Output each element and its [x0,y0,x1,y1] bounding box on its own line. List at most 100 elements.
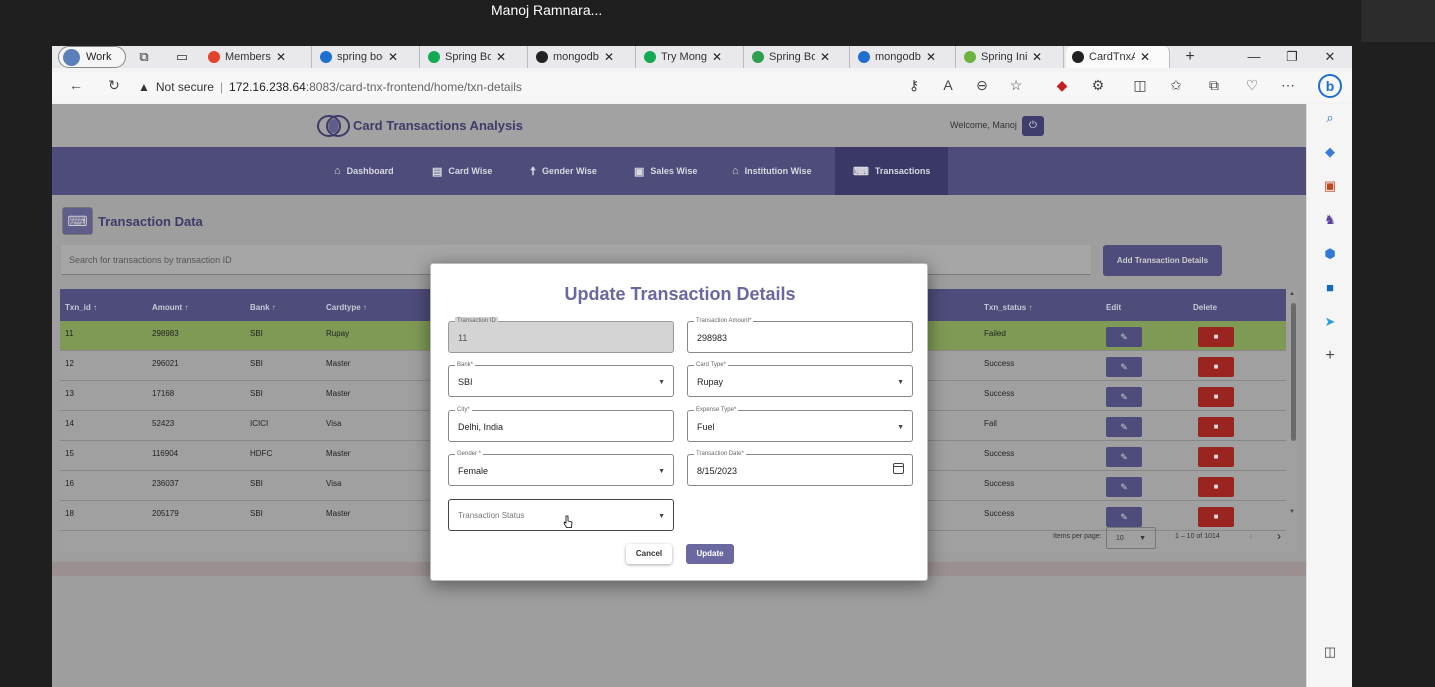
outlook-icon[interactable]: ■ [1320,278,1340,298]
nav-item[interactable]: ⌨ Transactions [835,147,949,195]
chevron-down-icon: ▼ [658,513,665,520]
browser-tab[interactable]: mongodb c ✕ [852,46,956,68]
hand-cursor-icon [563,515,573,528]
column-header-txn-id[interactable]: Txn_id ↑ [65,303,97,312]
browser-tab[interactable]: Members · C ✕ [202,46,312,68]
read-aloud-icon[interactable]: A [938,77,958,93]
close-tab-icon[interactable]: ✕ [496,50,506,64]
favorites-icon[interactable]: ✩ [1166,77,1186,94]
extensions-icon[interactable]: ⚙ [1088,77,1108,94]
id-card-icon: ▤ [432,165,443,178]
expense-type-select[interactable]: Expense Type* Fuel ▼ [687,406,913,442]
tab-label: mongodb c [875,51,921,63]
column-header-cardtype[interactable]: Cardtype ↑ [326,303,367,312]
nav-item[interactable]: ▤ Card Wise [432,147,492,195]
card-type-select[interactable]: Card Type* Rupay ▼ [687,361,913,397]
close-tab-icon[interactable]: ✕ [1140,50,1150,64]
games-icon[interactable]: ♞ [1320,210,1340,230]
back-icon[interactable]: ← [66,77,86,93]
nav-item[interactable]: ⌂ Institution Wise [732,147,812,195]
sidebar-toggle-icon[interactable]: ◫ [1320,642,1340,662]
scroll-up-icon[interactable]: ▲ [1289,291,1295,297]
edit-pencil-icon[interactable]: ✎ [1106,327,1142,347]
next-page-icon[interactable]: › [1277,529,1281,543]
add-transaction-button[interactable]: Add Transaction Details [1103,245,1222,276]
close-tab-icon[interactable]: ✕ [712,50,722,64]
profile-button[interactable]: Work [58,46,126,68]
browser-tab[interactable]: Spring Initia ✕ [958,46,1064,68]
delete-trash-icon[interactable]: ■ [1198,357,1234,377]
split-screen-icon[interactable]: ◫ [1130,77,1150,94]
copilot-icon[interactable]: b [1318,74,1342,98]
cell-bank: SBI [250,479,263,488]
browser-tab[interactable]: mongodb-s ✕ [530,46,636,68]
close-tab-icon[interactable]: ✕ [1032,50,1042,64]
close-tab-icon[interactable]: ✕ [926,50,936,64]
shopping-tag-icon[interactable]: ◆ [1320,142,1340,162]
new-tab-button[interactable]: + [1172,46,1208,68]
column-header-bank[interactable]: Bank ↑ [250,303,276,312]
city-field[interactable]: City* Delhi, India [448,406,674,442]
browser-tab[interactable]: spring boot ✕ [314,46,420,68]
add-icon[interactable]: + [1320,346,1340,366]
transaction-amount-field[interactable]: Transaction Amount* 298983 [687,317,913,353]
delete-trash-icon[interactable]: ■ [1198,417,1234,437]
delete-trash-icon[interactable]: ■ [1198,387,1234,407]
calendar-icon[interactable] [893,463,904,474]
key-icon[interactable]: ⚷ [904,77,924,94]
transaction-date-field[interactable]: Transaction Date* 8/15/2023 [687,450,913,486]
scroll-thumb[interactable] [1291,303,1296,441]
close-tab-icon[interactable]: ✕ [276,50,286,64]
cell-bank: SBI [250,329,263,338]
table-scrollbar[interactable]: ▲ ▼ [1288,289,1298,521]
delete-trash-icon[interactable]: ■ [1198,477,1234,497]
microsoft365-icon[interactable]: ⬢ [1320,244,1340,264]
scroll-down-icon[interactable]: ▼ [1289,509,1295,515]
cancel-button[interactable]: Cancel [626,544,672,564]
tab-label: Try Mongo [661,51,707,63]
edit-pencil-icon[interactable]: ✎ [1106,417,1142,437]
tab-actions-icon[interactable]: ▭ [170,46,194,68]
browser-tab[interactable]: Try Mongo ✕ [638,46,744,68]
close-tab-icon[interactable]: ✕ [820,50,830,64]
close-window-button[interactable]: ✕ [1312,46,1348,68]
bank-select[interactable]: Bank* SBI ▼ [448,361,674,397]
browser-tab[interactable]: CardTnxAna ✕ [1066,46,1170,68]
page-size-select[interactable]: 10 ▼ [1106,527,1156,549]
edit-pencil-icon[interactable]: ✎ [1106,387,1142,407]
logout-power-icon[interactable]: ⏻ [1022,116,1044,136]
prev-page-icon[interactable]: ‹ [1249,529,1253,543]
nav-item[interactable]: ⌂ Dashboard [334,147,394,195]
refresh-icon[interactable]: ↻ [104,77,124,94]
more-icon[interactable]: ⋯ [1278,77,1298,94]
minimize-button[interactable]: — [1236,46,1272,68]
edit-pencil-icon[interactable]: ✎ [1106,357,1142,377]
update-button[interactable]: Update [686,544,734,564]
send-icon[interactable]: ➤ [1320,312,1340,332]
favorite-star-icon[interactable]: ☆ [1006,77,1026,94]
column-header-amount[interactable]: Amount ↑ [152,303,188,312]
workspaces-icon[interactable]: ⧉ [132,46,156,68]
browser-tab[interactable]: Spring Boot ✕ [422,46,528,68]
gender-select[interactable]: Gender * Female ▼ [448,450,674,486]
column-header-txn-status[interactable]: Txn_status ↑ [984,303,1032,312]
mcafee-icon[interactable]: ◆ [1052,77,1072,94]
search-icon[interactable]: ⌕ [1320,108,1340,128]
nav-item[interactable]: ▣ Sales Wise [634,147,697,195]
nav-item[interactable]: ☨ Gender Wise [530,147,597,195]
url-field[interactable]: ▲ Not secure | 172.16.238.64:8083/card-t… [138,75,908,99]
collections-icon[interactable]: ⧉ [1204,77,1224,94]
performance-icon[interactable]: ♡ [1242,77,1262,94]
cell-card: Rupay [326,329,350,338]
close-tab-icon[interactable]: ✕ [388,50,398,64]
toolbox-icon[interactable]: ▣ [1320,176,1340,196]
restore-button[interactable]: ❐ [1274,46,1310,68]
delete-trash-icon[interactable]: ■ [1198,327,1234,347]
zoom-icon[interactable]: ⊖ [972,77,992,94]
edit-pencil-icon[interactable]: ✎ [1106,447,1142,467]
close-tab-icon[interactable]: ✕ [604,50,614,64]
transaction-status-select[interactable]: Transaction Status ▼ [448,499,674,531]
delete-trash-icon[interactable]: ■ [1198,447,1234,467]
browser-tab[interactable]: Spring Boot ✕ [746,46,850,68]
edit-pencil-icon[interactable]: ✎ [1106,477,1142,497]
